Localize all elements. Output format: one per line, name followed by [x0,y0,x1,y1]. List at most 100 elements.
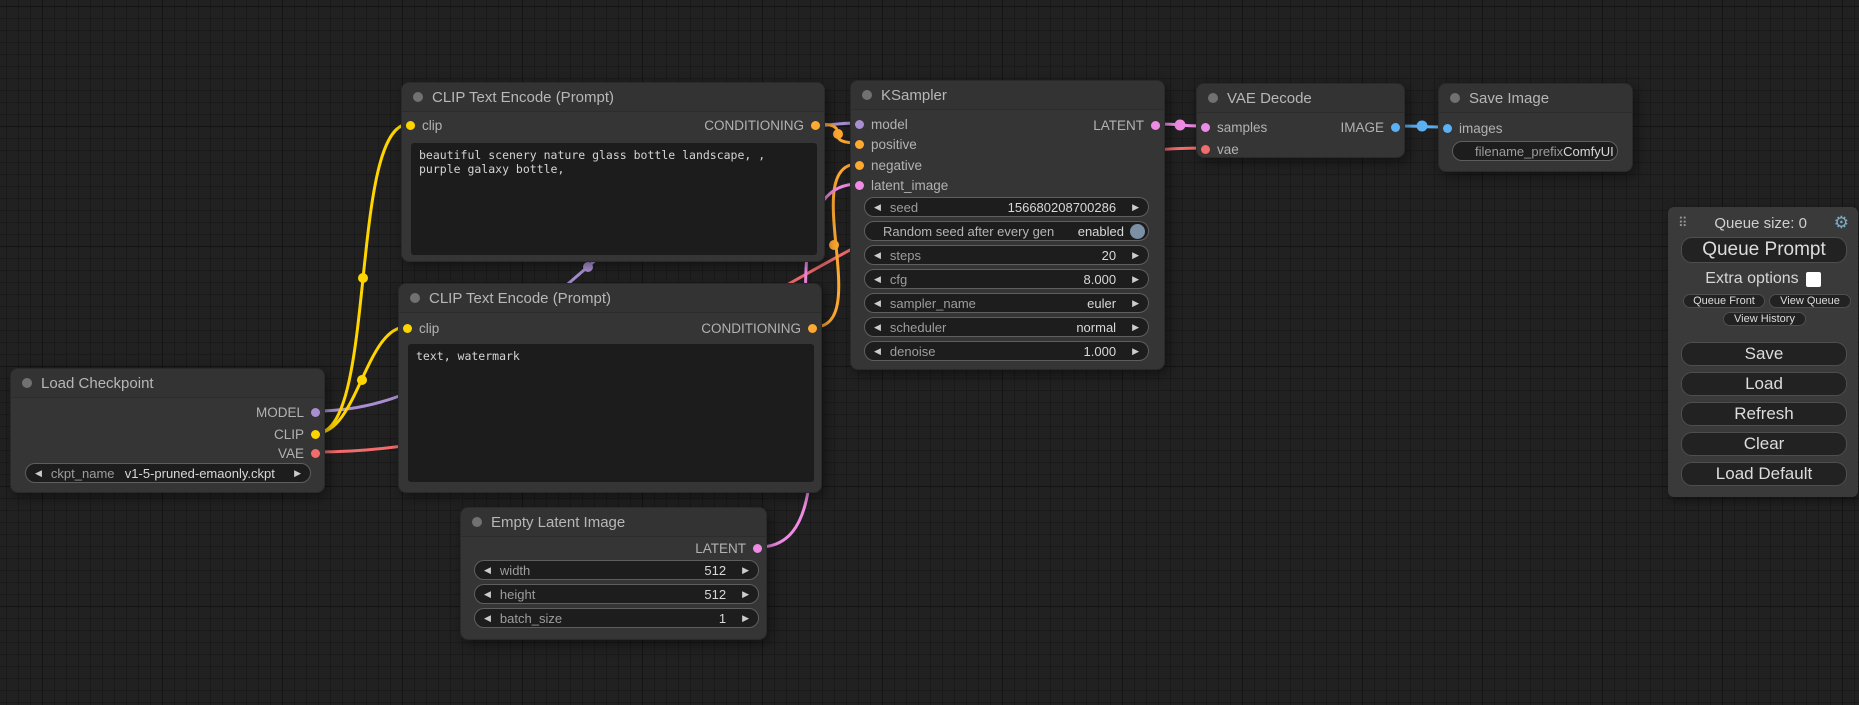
queue-prompt-button[interactable]: Queue Prompt [1681,237,1847,263]
image-output-slot[interactable]: IMAGE [1340,118,1400,136]
node-title[interactable]: KSampler [851,81,1164,110]
positive-input-dot[interactable] [855,140,864,149]
image-output-dot[interactable] [1391,123,1400,132]
node-title[interactable]: CLIP Text Encode (Prompt) [399,284,821,313]
conditioning-output-slot[interactable]: CONDITIONING [701,319,817,337]
node-clip-text-encode-positive[interactable]: CLIP Text Encode (Prompt) clip CONDITION… [401,82,825,262]
scheduler-widget[interactable]: ◀ scheduler normal ▶ [864,317,1149,337]
seed-widget[interactable]: ◀ seed 156680208700286 ▶ [864,197,1149,217]
clip-input-dot[interactable] [406,121,415,130]
sampler-name-widget[interactable]: ◀ sampler_name euler ▶ [864,293,1149,313]
node-graph-canvas[interactable]: { "colors": { "model": "#a98fd1", "clip"… [0,0,1859,705]
clip-output-slot[interactable]: CLIP [274,425,320,443]
increment-arrow-icon[interactable]: ▶ [1123,323,1148,332]
ckpt-name-widget[interactable]: ◀ ckpt_name v1-5-pruned-emaonly.ckpt ▶ [25,463,311,483]
increment-arrow-icon[interactable]: ▶ [1123,275,1148,284]
increment-arrow-icon[interactable]: ▶ [285,469,310,478]
vae-output-slot[interactable]: VAE [278,444,320,462]
save-button[interactable]: Save [1681,342,1847,366]
increment-arrow-icon[interactable]: ▶ [1123,251,1148,260]
toggle-dot[interactable] [1130,224,1145,239]
batch-size-widget[interactable]: ◀ batch_size 1 ▶ [474,608,759,628]
clip-input-dot[interactable] [403,324,412,333]
model-output-dot[interactable] [311,408,320,417]
positive-input-slot[interactable]: positive [855,135,917,153]
decrement-arrow-icon[interactable]: ◀ [865,347,890,356]
latent-output-slot[interactable]: LATENT [695,539,762,557]
queue-front-button[interactable]: Queue Front [1683,294,1765,308]
increment-arrow-icon[interactable]: ▶ [1123,203,1148,212]
increment-arrow-icon[interactable]: ▶ [733,614,758,623]
node-title[interactable]: Load Checkpoint [11,369,324,398]
latent-output-dot[interactable] [753,544,762,553]
collapse-dot-icon[interactable] [413,92,423,102]
node-vae-decode[interactable]: VAE Decode samples vae IMAGE [1196,83,1405,158]
steps-widget[interactable]: ◀ steps 20 ▶ [864,245,1149,265]
extra-options-checkbox[interactable] [1806,272,1821,287]
prompt-textarea[interactable]: text, watermark [408,344,814,482]
model-input-slot[interactable]: model [855,115,908,133]
increment-arrow-icon[interactable]: ▶ [733,566,758,575]
node-save-image[interactable]: Save Image images filename_prefix ComfyU… [1438,83,1633,172]
prompt-textarea[interactable]: beautiful scenery nature glass bottle la… [411,143,817,255]
vae-input-slot[interactable]: vae [1201,140,1239,158]
increment-arrow-icon[interactable]: ▶ [1123,299,1148,308]
view-history-button[interactable]: View History [1723,312,1806,326]
negative-input-slot[interactable]: negative [855,156,922,174]
model-output-slot[interactable]: MODEL [256,403,320,421]
cfg-widget[interactable]: ◀ cfg 8.000 ▶ [864,269,1149,289]
collapse-dot-icon[interactable] [862,90,872,100]
collapse-dot-icon[interactable] [1450,93,1460,103]
samples-input-dot[interactable] [1201,123,1210,132]
collapse-dot-icon[interactable] [1208,93,1218,103]
decrement-arrow-icon[interactable]: ◀ [865,203,890,212]
negative-input-dot[interactable] [855,161,864,170]
vae-input-dot[interactable] [1201,145,1210,154]
clear-button[interactable]: Clear [1681,432,1847,456]
decrement-arrow-icon[interactable]: ◀ [865,275,890,284]
decrement-arrow-icon[interactable]: ◀ [865,323,890,332]
model-input-dot[interactable] [855,120,864,129]
conditioning-output-slot[interactable]: CONDITIONING [704,116,820,134]
node-clip-text-encode-negative[interactable]: CLIP Text Encode (Prompt) clip CONDITION… [398,283,822,493]
node-title[interactable]: Save Image [1439,84,1632,113]
collapse-dot-icon[interactable] [472,517,482,527]
filename-prefix-widget[interactable]: filename_prefix ComfyUI [1452,141,1618,161]
clip-input-slot[interactable]: clip [403,319,439,337]
node-title[interactable]: CLIP Text Encode (Prompt) [402,83,824,112]
conditioning-output-dot[interactable] [811,121,820,130]
height-widget[interactable]: ◀ height 512 ▶ [474,584,759,604]
decrement-arrow-icon[interactable]: ◀ [865,299,890,308]
node-ksampler[interactable]: KSampler model positive negative latent_… [850,80,1165,370]
drag-handle-icon[interactable]: ⠿ [1678,215,1688,231]
images-input-slot[interactable]: images [1443,119,1503,137]
collapse-dot-icon[interactable] [22,378,32,388]
images-input-dot[interactable] [1443,124,1452,133]
node-empty-latent-image[interactable]: Empty Latent Image LATENT ◀ width 512 ▶ … [460,507,767,640]
width-widget[interactable]: ◀ width 512 ▶ [474,560,759,580]
latent-image-input-slot[interactable]: latent_image [855,176,948,194]
samples-input-slot[interactable]: samples [1201,118,1267,136]
node-title[interactable]: Empty Latent Image [461,508,766,537]
decrement-arrow-icon[interactable]: ◀ [475,566,500,575]
latent-output-slot[interactable]: LATENT [1093,116,1160,134]
clip-output-dot[interactable] [311,430,320,439]
load-button[interactable]: Load [1681,372,1847,396]
load-default-button[interactable]: Load Default [1681,462,1847,486]
decrement-arrow-icon[interactable]: ◀ [26,469,51,478]
conditioning-output-dot[interactable] [808,324,817,333]
denoise-widget[interactable]: ◀ denoise 1.000 ▶ [864,341,1149,361]
clip-input-slot[interactable]: clip [406,116,442,134]
node-load-checkpoint[interactable]: Load Checkpoint MODEL CLIP VAE ◀ ckpt_na… [10,368,325,493]
collapse-dot-icon[interactable] [410,293,420,303]
decrement-arrow-icon[interactable]: ◀ [475,590,500,599]
refresh-button[interactable]: Refresh [1681,402,1847,426]
node-title[interactable]: VAE Decode [1197,84,1404,113]
view-queue-button[interactable]: View Queue [1769,294,1851,308]
decrement-arrow-icon[interactable]: ◀ [865,251,890,260]
decrement-arrow-icon[interactable]: ◀ [475,614,500,623]
gear-icon[interactable]: ⚙ [1834,213,1849,233]
latent-output-dot[interactable] [1151,121,1160,130]
increment-arrow-icon[interactable]: ▶ [733,590,758,599]
vae-output-dot[interactable] [311,449,320,458]
